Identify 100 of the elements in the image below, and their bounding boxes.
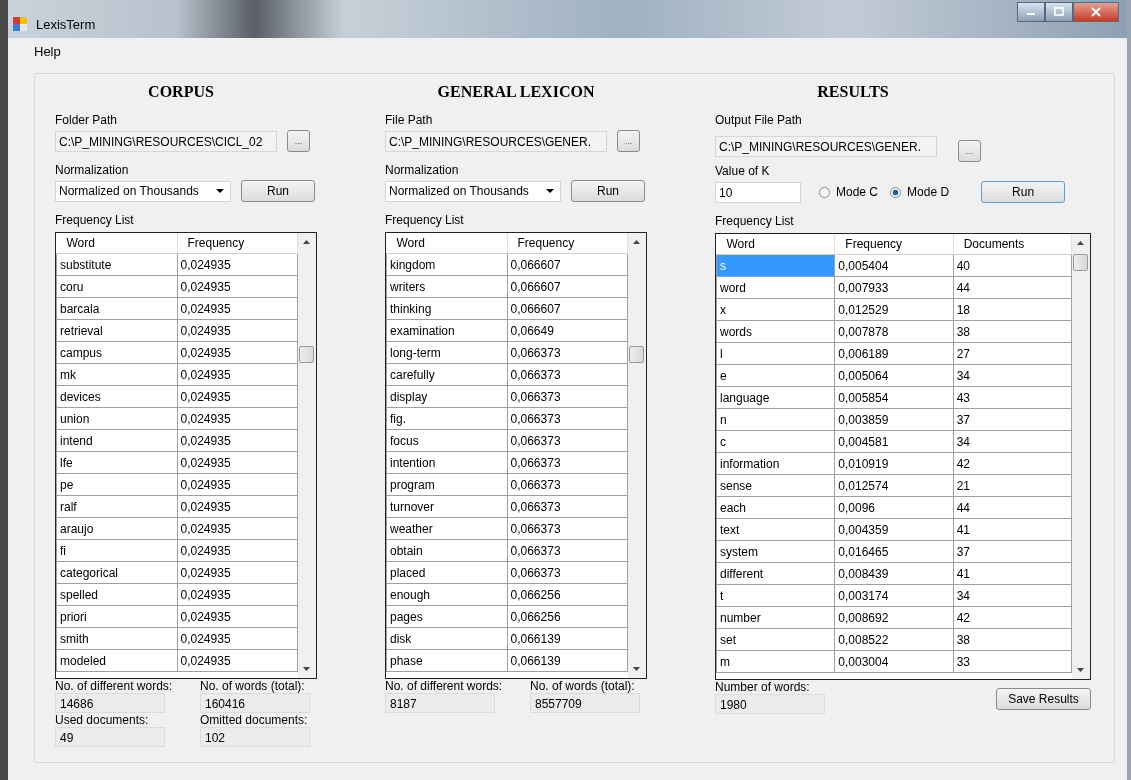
table-cell: 0,024935 [177, 407, 298, 430]
table-cell: 0,066373 [507, 561, 628, 584]
table-cell: c [716, 430, 835, 453]
scroll-up-icon [633, 240, 640, 244]
table-cell: 0,066373 [507, 495, 628, 518]
table-cell: 40 [953, 254, 1072, 277]
scroll-down-icon [1077, 668, 1084, 672]
radio-label[interactable]: Mode C [836, 185, 879, 199]
table-cell: x [716, 298, 835, 321]
table-cell: pages [386, 605, 507, 628]
run-button[interactable]: Run [241, 180, 315, 202]
table-cell: thinking [386, 297, 507, 320]
close-icon [1091, 7, 1101, 17]
table-cell: 0,066607 [507, 297, 628, 320]
table-cell: text [716, 518, 835, 541]
table-cell: 0,024935 [177, 363, 298, 386]
table-cell: 0,066373 [507, 363, 628, 386]
stat-value-field: 49 [55, 727, 165, 747]
table-cell: n [716, 408, 835, 431]
scroll-bar[interactable] [298, 233, 316, 678]
table-cell: 0,0096 [834, 496, 954, 519]
browse-button[interactable]: ... [617, 130, 640, 152]
stat-value-field: 8187 [385, 693, 495, 713]
table-cell: display [386, 385, 507, 408]
table-cell: 0,008439 [834, 562, 954, 585]
table-cell: 41 [953, 562, 1072, 585]
close-button[interactable] [1073, 2, 1119, 22]
table-cell: 0,024935 [177, 473, 298, 496]
field-label: Folder Path [55, 113, 119, 127]
table-cell: phase [386, 649, 507, 672]
run-button[interactable]: Run [981, 181, 1066, 203]
table-cell: 0,003859 [834, 408, 954, 431]
table-cell: examination [386, 319, 507, 342]
table-cell: 0,066607 [507, 275, 628, 298]
radio-button[interactable] [819, 186, 830, 198]
section-heading: RESULTS [816, 83, 890, 101]
browse-button[interactable]: ... [958, 140, 981, 162]
run-button[interactable]: Run [571, 180, 645, 202]
table-cell: words [716, 320, 835, 343]
table-cell: 0,024935 [177, 649, 298, 672]
table-cell: t [716, 584, 835, 607]
table-cell: 42 [953, 606, 1072, 629]
table-cell: 37 [953, 408, 1072, 431]
maximize-button[interactable] [1045, 2, 1073, 22]
scroll-bar[interactable] [628, 233, 646, 678]
table-cell: 0,004359 [834, 518, 954, 541]
table-cell: different [716, 562, 835, 585]
field-label: Normalization [55, 163, 130, 177]
stat-label: Omitted documents: [200, 713, 309, 727]
column-header[interactable]: Frequency [834, 234, 954, 255]
table-cell: substitute [56, 253, 177, 276]
column-header[interactable]: Word [716, 234, 835, 255]
normalization-dropdown[interactable]: Normalized on Thousands [385, 180, 561, 202]
table-cell: 0,003174 [834, 584, 954, 607]
stat-label: Number of words: [715, 680, 811, 694]
table-cell: 0,066607 [507, 253, 628, 276]
column-header[interactable]: Word [386, 233, 507, 254]
table-cell: 0,024935 [177, 495, 298, 518]
table-cell: fig. [386, 407, 507, 430]
table-cell: 0,024935 [177, 275, 298, 298]
scroll-thumb[interactable] [1073, 254, 1088, 271]
table-cell: 0,024935 [177, 385, 298, 408]
normalization-dropdown[interactable]: Normalized on Thousands [55, 180, 231, 202]
table-cell: 0,012529 [834, 298, 954, 321]
table-cell: information [716, 452, 835, 475]
table-cell: 0,005854 [834, 386, 954, 409]
path-field[interactable]: C:\P_MINING\RESOURCES\GENER. [385, 130, 607, 152]
scroll-bar[interactable] [1072, 234, 1090, 679]
maximize-icon [1054, 7, 1064, 17]
k-value-field[interactable]: 10 [715, 181, 801, 203]
column-header[interactable]: Documents [953, 234, 1072, 255]
table-cell: 0,024935 [177, 451, 298, 474]
table-cell: coru [56, 275, 177, 298]
table-cell: 0,024935 [177, 341, 298, 364]
table-cell: 0,066373 [507, 385, 628, 408]
field-label: Value of K [715, 164, 771, 178]
window-title: LexisTerm [36, 16, 96, 32]
path-field[interactable]: C:\P_MINING\RESOURCES\CICL_02 [55, 130, 277, 152]
scroll-thumb[interactable] [299, 346, 314, 363]
table-cell: 44 [953, 276, 1072, 299]
table-cell: 0,066373 [507, 451, 628, 474]
table-cell: 0,012574 [834, 474, 954, 497]
radio-label[interactable]: Mode D [907, 185, 950, 199]
table-cell: fi [56, 539, 177, 562]
scroll-up-icon [1077, 241, 1084, 245]
table-cell: 0,005404 [834, 254, 954, 277]
radio-button[interactable] [890, 186, 902, 198]
table-cell: 27 [953, 342, 1072, 365]
column-header[interactable]: Frequency [177, 233, 298, 254]
table-cell: ralf [56, 495, 177, 518]
column-header[interactable]: Word [56, 233, 177, 254]
minimize-button[interactable] [1017, 2, 1045, 22]
table-cell: 0,024935 [177, 539, 298, 562]
save-results-button[interactable]: Save Results [996, 688, 1091, 710]
path-field[interactable]: C:\P_MINING\RESOURCES\GENER. [715, 135, 937, 157]
table-cell: priori [56, 605, 177, 628]
browse-button[interactable]: ... [287, 130, 310, 152]
scroll-thumb[interactable] [629, 346, 644, 363]
menu-item[interactable]: Help [34, 43, 61, 59]
column-header[interactable]: Frequency [507, 233, 628, 254]
